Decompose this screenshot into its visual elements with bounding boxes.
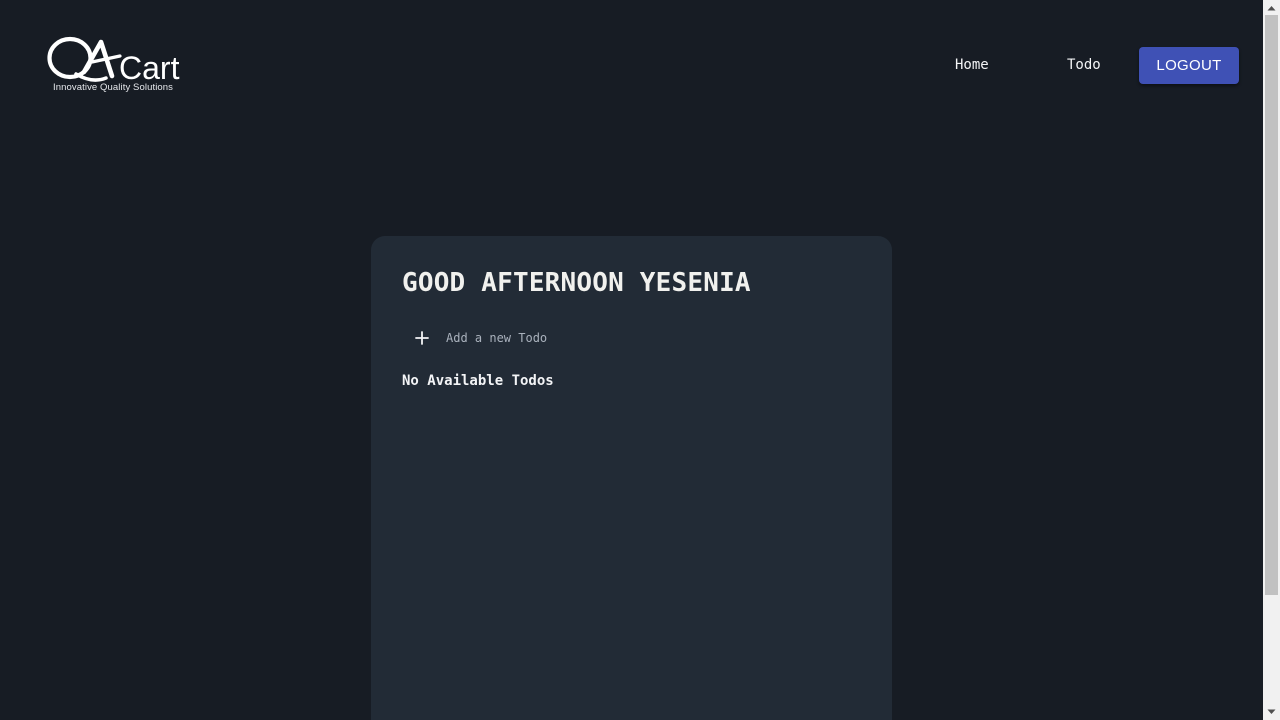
qacart-logo-mark: Cart [47,36,180,86]
empty-todos-message: No Available Todos [402,373,554,389]
add-todo-row [415,327,746,349]
svg-text:Cart: Cart [119,50,180,86]
greeting-heading: GOOD AFTERNOON YESENIA [402,268,751,298]
brand-logo[interactable]: Cart Innovative Quality Solutions [46,36,198,96]
chevron-up-icon[interactable] [1263,1,1280,15]
vertical-scrollbar[interactable] [1263,0,1280,720]
todo-card: GOOD AFTERNOON YESENIA No Available Todo… [371,236,892,720]
logout-button[interactable]: LOGOUT [1139,47,1239,84]
new-todo-input[interactable] [446,331,746,345]
todo-page: Cart Innovative Quality Solutions Home T… [0,0,1280,720]
plus-icon[interactable] [415,331,429,345]
nav-todo-link[interactable]: Todo [1067,57,1101,73]
scrollbar-thumb[interactable] [1265,15,1278,595]
chevron-down-icon[interactable] [1263,705,1280,719]
brand-tagline: Innovative Quality Solutions [53,82,174,93]
nav-home-link[interactable]: Home [955,57,989,73]
